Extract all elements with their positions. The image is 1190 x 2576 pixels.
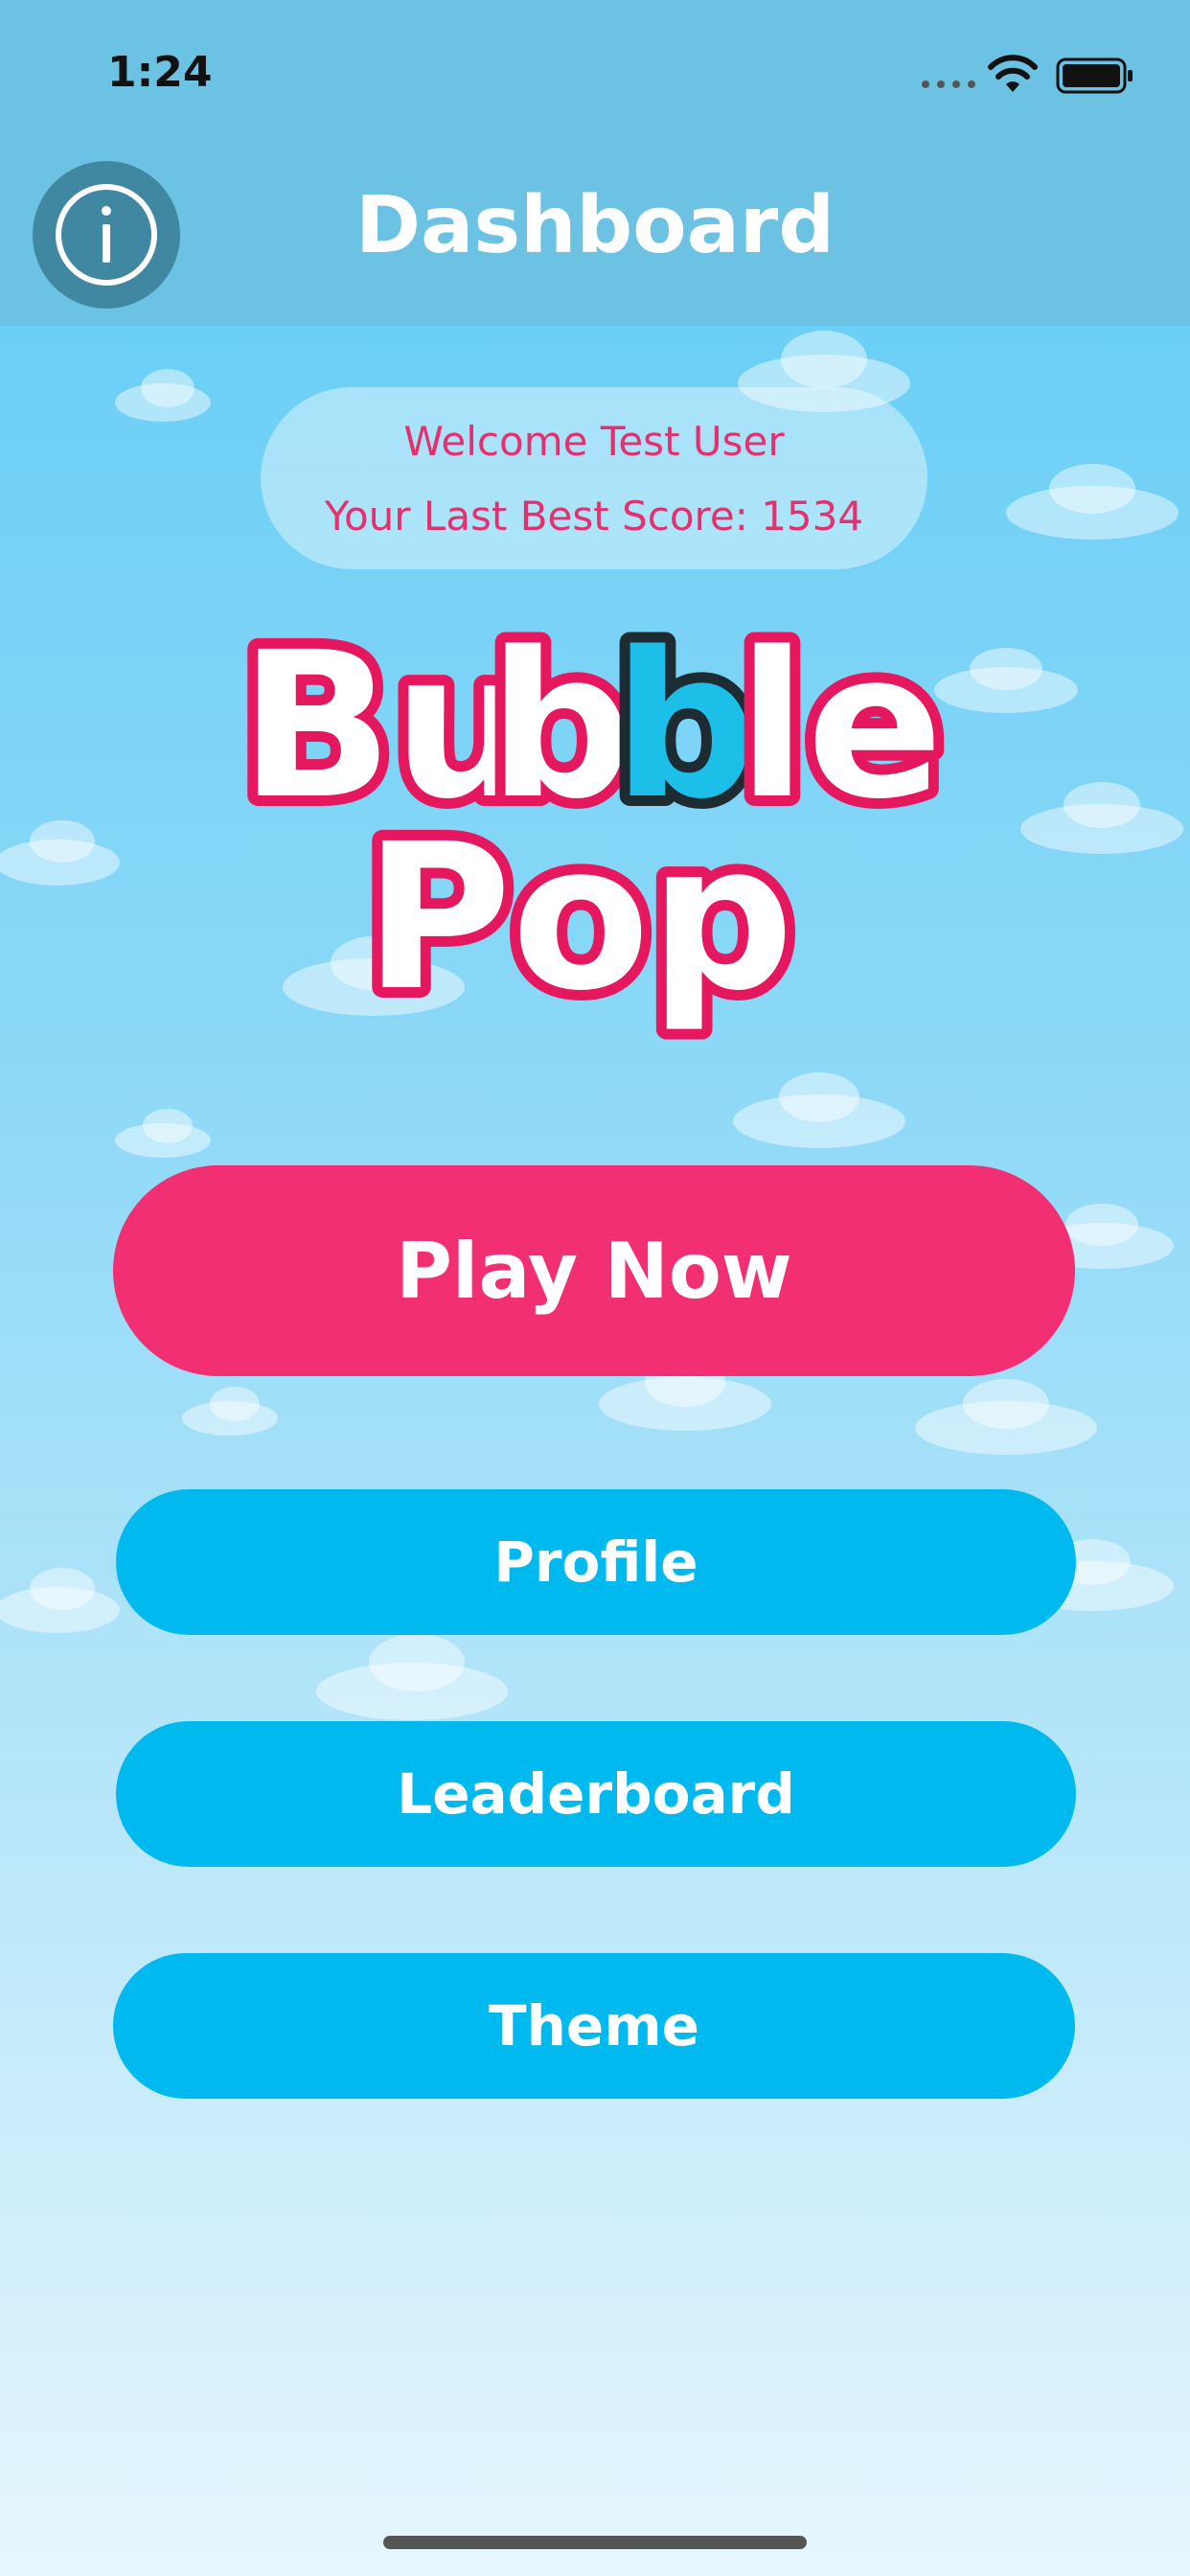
home-indicator[interactable]	[383, 2536, 807, 2549]
welcome-card: Welcome Test User Your Last Best Score: …	[261, 387, 927, 569]
signal-dots-icon	[922, 80, 975, 88]
welcome-greeting: Welcome Test User	[403, 418, 785, 465]
nav-bar: Dashboard	[0, 144, 1190, 326]
status-time: 1:24	[107, 48, 213, 97]
wifi-icon	[988, 55, 1038, 92]
svg-text:Pop: Pop	[364, 800, 794, 1035]
bubble-pop-logo: Bu b b le Pop	[229, 623, 953, 1045]
page-title: Dashboard	[355, 180, 835, 271]
profile-button[interactable]: Profile	[116, 1489, 1076, 1635]
theme-button[interactable]: Theme	[113, 1953, 1075, 2099]
play-now-button[interactable]: Play Now	[113, 1165, 1075, 1376]
battery-icon	[1056, 58, 1133, 94]
best-score-text: Your Last Best Score: 1534	[324, 493, 864, 540]
status-bar: 1:24	[0, 0, 1190, 144]
leaderboard-button[interactable]: Leaderboard	[116, 1721, 1076, 1867]
